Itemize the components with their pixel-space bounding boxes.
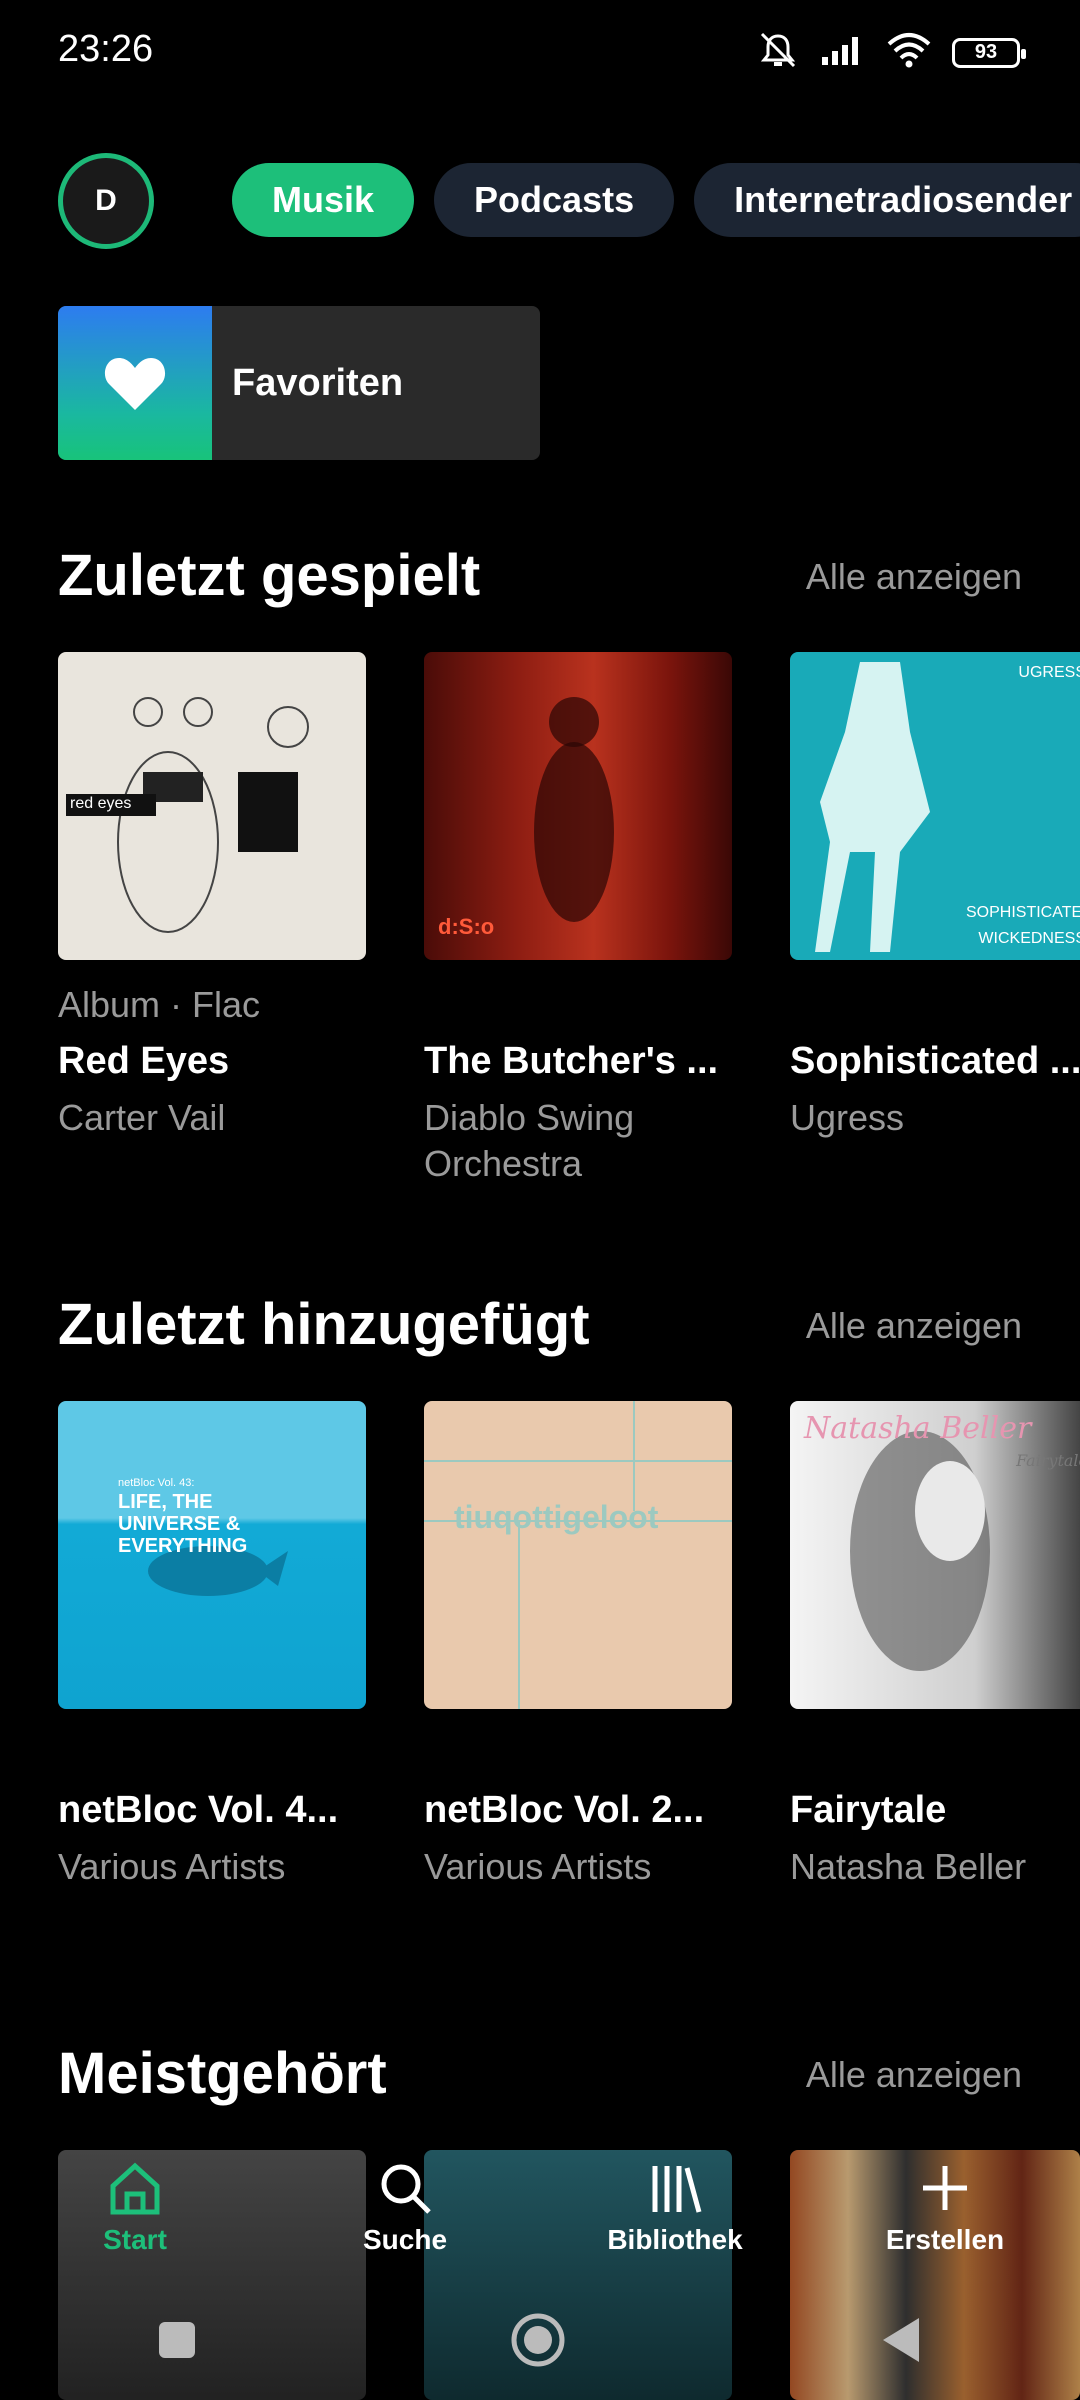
album-artist: Ugress — [790, 1097, 905, 1138]
cover-subtext: Fairytale — [1016, 1451, 1080, 1470]
album-title: netBloc Vol. 2... — [424, 1789, 705, 1831]
album-cover: d:S:o — [424, 652, 732, 960]
home-icon — [110, 2162, 160, 2215]
home-button-icon[interactable] — [510, 2312, 566, 2368]
system-navigation-bar — [0, 2280, 1080, 2400]
cover-text: tiuqottigeloot — [454, 1499, 659, 1535]
album-meta: Album · Flac — [58, 984, 261, 1025]
heart-icon — [104, 358, 166, 410]
album-card-butcher[interactable]: d:S:o The Butcher's ... Diablo Swing Orc… — [424, 652, 734, 1184]
chip-internetradiosender[interactable]: Internetradiosender — [694, 163, 1080, 237]
library-icon — [652, 2166, 702, 2213]
album-cover: netBloc Vol. 43: LIFE, THE UNIVERSE & EV… — [58, 1401, 366, 1709]
nav-erstellen[interactable]: Erstellen — [810, 2140, 1080, 2280]
nav-suche[interactable]: Suche — [270, 2140, 540, 2280]
nav-bibliothek[interactable]: Bibliothek — [540, 2140, 810, 2280]
favorites-label: Favoriten — [232, 361, 404, 404]
battery-icon: 93 — [952, 37, 1026, 68]
favorites-card[interactable]: Favoriten — [58, 306, 540, 460]
plus-icon — [923, 2166, 967, 2210]
section-title-recently-played: Zuletzt gespielt — [58, 543, 481, 608]
status-bar: 23:26 93 — [0, 0, 1080, 100]
album-card-netbloc-2[interactable]: tiuqottigeloot netBloc Vol. 2... Various… — [424, 1401, 734, 1887]
see-all-recently-added[interactable]: Alle anzeigen — [806, 1305, 1022, 1347]
album-title: The Butcher's ... — [424, 1040, 719, 1082]
mute-vibrate-icon — [756, 30, 800, 75]
nav-label: Erstellen — [885, 2224, 1005, 2255]
cover-text: netBloc Vol. 43: — [118, 1477, 195, 1489]
recents-icon[interactable] — [157, 2320, 197, 2360]
cover-text: red eyes — [70, 795, 132, 812]
favorites-thumbnail — [58, 306, 212, 460]
status-time: 23:26 — [58, 28, 154, 70]
album-artist: Various Artists — [58, 1846, 286, 1887]
album-card-netbloc-4[interactable]: netBloc Vol. 43: LIFE, THE UNIVERSE & EV… — [58, 1401, 368, 1887]
back-icon[interactable] — [879, 2316, 923, 2364]
album-cover: tiuqottigeloot — [424, 1401, 732, 1709]
chip-musik[interactable]: Musik — [232, 163, 415, 237]
see-all-recently-played[interactable]: Alle anzeigen — [806, 556, 1022, 598]
filter-chips: Musik Podcasts Internetradiosender — [232, 163, 1080, 237]
status-icons: 93 — [756, 30, 1026, 75]
album-title: Fairytale — [790, 1789, 947, 1831]
nav-label: Bibliothek — [607, 2224, 743, 2255]
album-card-fairytale[interactable]: Natasha Beller Fairytale Fairytale Natas… — [790, 1401, 1080, 1887]
cover-text: d:S:o — [438, 914, 495, 939]
album-artist: Diablo Swing Orchestra — [424, 1097, 635, 1184]
wifi-icon — [886, 32, 932, 73]
signal-icon — [820, 33, 866, 72]
album-cover: red eyes — [58, 652, 366, 960]
cover-text: Natasha Beller — [804, 1411, 1032, 1446]
nav-label: Suche — [362, 2224, 448, 2255]
chip-podcasts[interactable]: Podcasts — [434, 163, 675, 237]
profile-avatar[interactable]: D — [58, 153, 154, 249]
album-title: Red Eyes — [58, 1040, 230, 1082]
nav-start[interactable]: Start — [0, 2140, 270, 2280]
cover-text: UGRESS — [1018, 664, 1080, 681]
album-title: Sophisticated ... — [790, 1040, 1080, 1082]
see-all-most-played[interactable]: Alle anzeigen — [806, 2054, 1022, 2096]
cover-subtext: SOPHISTICATED WICKEDNESS — [966, 904, 1080, 947]
album-artist: Carter Vail — [58, 1097, 226, 1138]
album-card-sophisticated[interactable]: UGRESS SOPHISTICATED WICKEDNESS Sophisti… — [790, 652, 1080, 1138]
search-icon — [381, 2164, 431, 2214]
album-cover: Natasha Beller Fairytale — [790, 1401, 1080, 1709]
nav-label: Start — [103, 2224, 167, 2255]
album-artist: Natasha Beller — [790, 1846, 1027, 1887]
cover-subtext: LIFE, THE UNIVERSE & EVERYTHING — [118, 1491, 248, 1557]
album-card-red-eyes[interactable]: red eyes Album · Flac Red Eyes Carter Va… — [58, 652, 368, 1138]
album-artist: Various Artists — [424, 1846, 652, 1887]
album-cover: UGRESS SOPHISTICATED WICKEDNESS — [790, 652, 1080, 960]
album-title: netBloc Vol. 4... — [58, 1789, 339, 1831]
section-title-most-played: Meistgehört — [58, 2041, 387, 2106]
bottom-navigation: Start Suche Bibliothek Erstellen — [0, 2140, 1080, 2280]
section-title-recently-added: Zuletzt hinzugefügt — [58, 1292, 590, 1357]
